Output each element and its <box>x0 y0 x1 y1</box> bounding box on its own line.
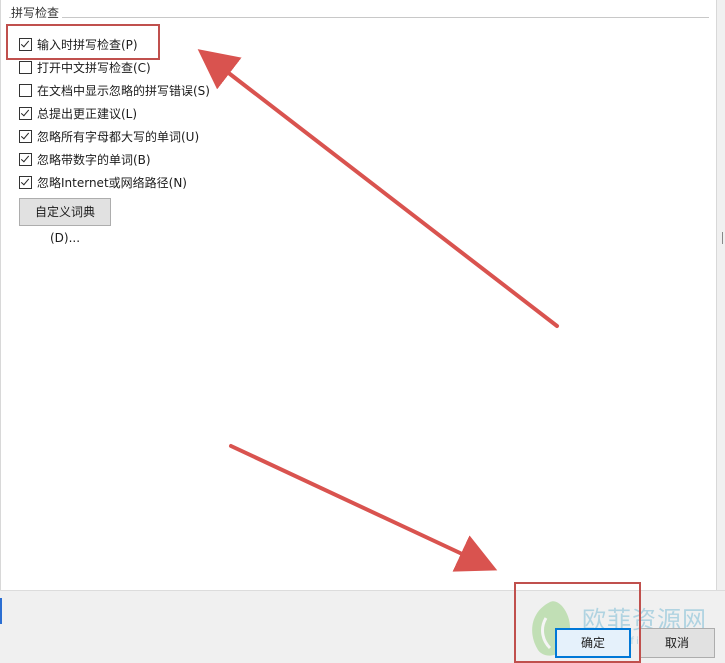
checkbox[interactable] <box>19 129 32 143</box>
checkbox[interactable] <box>19 152 32 166</box>
option-check-spelling-as-you-type[interactable]: 输入时拼写检查(P) <box>19 36 138 52</box>
ok-button[interactable]: 确定 <box>555 628 631 658</box>
option-ignore-numbers[interactable]: 忽略带数字的单词(B) <box>19 151 151 167</box>
spelling-section-header: 拼写检查 <box>9 4 709 21</box>
focus-marker <box>0 598 2 624</box>
proofing-panel: 拼写检查 输入时拼写检查(P) 打开中文拼写检查(C) 在文档中显示忽略的拼写错… <box>0 0 718 590</box>
cancel-button[interactable]: 取消 <box>639 628 715 658</box>
checkbox[interactable] <box>19 83 32 97</box>
word-options-dialog: 拼写检查 输入时拼写检查(P) 打开中文拼写检查(C) 在文档中显示忽略的拼写错… <box>0 0 725 663</box>
option-ignore-internet-paths[interactable]: 忽略Internet或网络路径(N) <box>19 174 187 190</box>
checkbox[interactable] <box>19 175 32 189</box>
checkbox[interactable] <box>19 60 32 74</box>
section-title: 拼写检查 <box>11 4 63 21</box>
section-divider <box>9 17 709 18</box>
option-label: 打开中文拼写检查(C) <box>37 60 151 75</box>
option-label: 在文档中显示忽略的拼写错误(S) <box>37 83 210 98</box>
option-ignore-uppercase[interactable]: 忽略所有字母都大写的单词(U) <box>19 128 199 144</box>
option-always-suggest[interactable]: 总提出更正建议(L) <box>19 105 137 121</box>
scrollbar-thumb[interactable] <box>722 232 723 244</box>
option-label: 忽略带数字的单词(B) <box>37 152 151 167</box>
option-label: 总提出更正建议(L) <box>37 106 138 121</box>
option-label: 输入时拼写检查(P) <box>37 37 138 52</box>
option-label: 忽略所有字母都大写的单词(U) <box>37 129 200 144</box>
option-show-ignored-errors[interactable]: 在文档中显示忽略的拼写错误(S) <box>19 82 210 98</box>
option-label: 忽略Internet或网络路径(N) <box>37 175 187 190</box>
custom-dictionaries-button[interactable]: 自定义词典(D)... <box>19 198 111 245</box>
option-chinese-spell-check[interactable]: 打开中文拼写检查(C) <box>19 59 151 75</box>
scrollbar[interactable] <box>716 0 725 590</box>
checkbox[interactable] <box>19 37 32 51</box>
checkbox[interactable] <box>19 106 32 120</box>
